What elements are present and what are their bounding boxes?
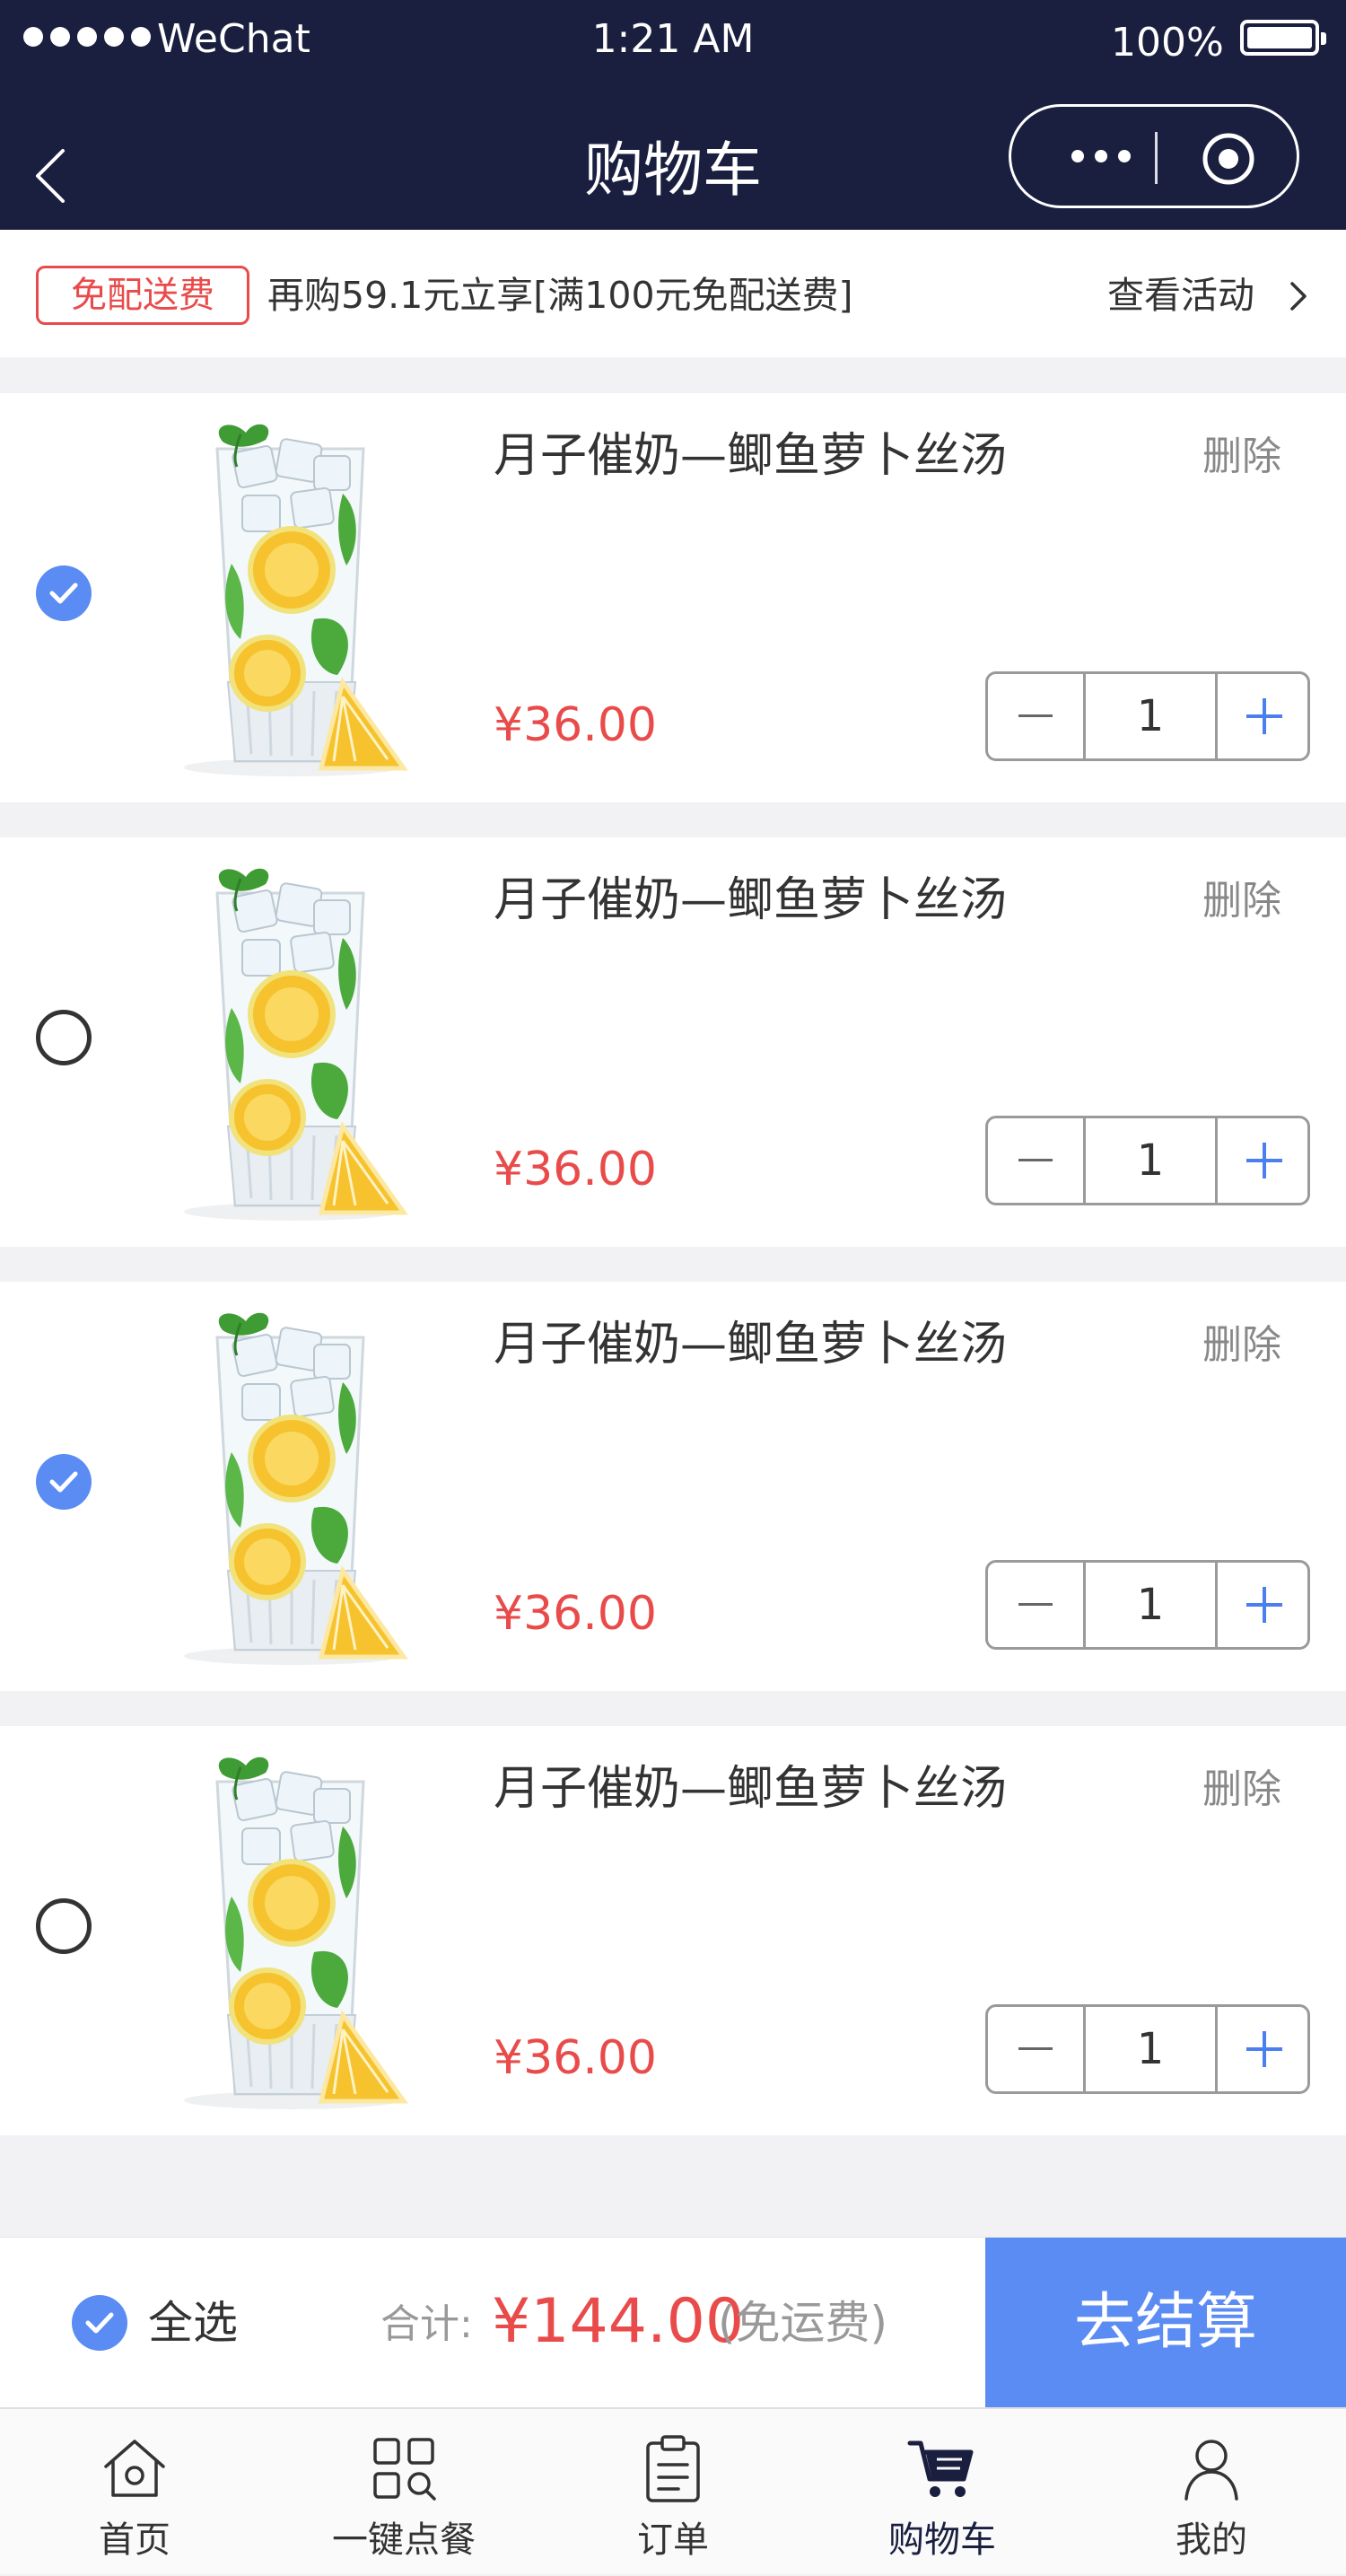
select-all-label[interactable]: 全选 (148, 2287, 238, 2359)
mini-program-capsule (1009, 104, 1299, 208)
view-activity-link[interactable]: 查看活动 (1107, 266, 1254, 325)
tab-home[interactable]: 首页 (0, 2409, 269, 2576)
shipping-note: (免运费) (718, 2297, 888, 2349)
tab-profile[interactable]: 我的 (1077, 2409, 1346, 2576)
cart-item: 月子催奶—鲫鱼萝卜丝汤 删除 ¥36.00 1 (0, 1726, 1346, 2135)
product-price: ¥36.00 (494, 1587, 657, 1641)
delete-button[interactable]: 删除 (1202, 870, 1281, 933)
cart-item: 月子催奶—鲫鱼萝卜丝汤 删除 ¥36.00 1 (0, 393, 1346, 802)
item-checkbox[interactable] (36, 1454, 92, 1510)
more-options-icon[interactable] (1047, 129, 1155, 183)
quantity-stepper: 1 (985, 671, 1310, 761)
battery-icon (1240, 20, 1326, 56)
quantity-value[interactable]: 1 (1086, 1118, 1218, 1203)
delete-button[interactable]: 删除 (1202, 1758, 1281, 1821)
close-target-icon[interactable] (1202, 132, 1255, 186)
decrease-quantity-button[interactable] (988, 674, 1086, 758)
checkout-button[interactable]: 去结算 (985, 2238, 1346, 2408)
status-bar: WeChat 1:21 AM 100% (0, 0, 1346, 81)
decrease-quantity-button[interactable] (988, 1118, 1086, 1203)
product-name[interactable]: 月子催奶—鲫鱼萝卜丝汤 (494, 864, 1007, 936)
total-amount: ¥144.00 (492, 2286, 745, 2357)
checkmark-icon (49, 583, 78, 604)
grid-search-icon (373, 2438, 436, 2501)
cart-item: 月子催奶—鲫鱼萝卜丝汤 删除 ¥36.00 1 (0, 837, 1346, 1247)
quantity-stepper: 1 (985, 2004, 1310, 2094)
product-image[interactable] (135, 1746, 453, 2116)
free-delivery-badge: 免配送费 (36, 266, 249, 325)
tab-label: 订单 (637, 2519, 709, 2561)
tab-label: 我的 (1176, 2519, 1247, 2561)
tab-orders[interactable]: 订单 (538, 2409, 808, 2576)
decrease-quantity-button[interactable] (988, 1563, 1086, 1647)
product-price: ¥36.00 (494, 2031, 657, 2085)
checkmark-icon (49, 1471, 78, 1493)
select-all-checkbox[interactable] (72, 2295, 127, 2351)
home-icon (104, 2440, 165, 2497)
increase-quantity-button[interactable] (1218, 1118, 1307, 1203)
tab-label: 购物车 (888, 2519, 996, 2561)
battery-percentage: 100% (1111, 20, 1224, 66)
cart-icon (907, 2440, 974, 2497)
tab-bar: 首页 一键点餐 订单 购物车 我的 (0, 2407, 1346, 2574)
tab-label: 首页 (99, 2519, 170, 2561)
product-price: ¥36.00 (494, 698, 657, 752)
promo-bar: 免配送费 再购59.1元立享[满100元免配送费] 查看活动 (0, 230, 1346, 357)
product-name[interactable]: 月子催奶—鲫鱼萝卜丝汤 (494, 420, 1007, 492)
quantity-value[interactable]: 1 (1086, 674, 1218, 758)
quantity-value[interactable]: 1 (1086, 1563, 1218, 1647)
tab-cart[interactable]: 购物车 (808, 2409, 1077, 2576)
increase-quantity-button[interactable] (1218, 2007, 1307, 2091)
product-image[interactable] (135, 1301, 453, 1671)
product-price: ¥36.00 (494, 1143, 657, 1196)
product-image[interactable] (135, 413, 453, 783)
increase-quantity-button[interactable] (1218, 674, 1307, 758)
quantity-stepper: 1 (985, 1560, 1310, 1650)
clipboard-icon (646, 2435, 700, 2502)
product-image[interactable] (135, 857, 453, 1227)
tab-quick-order[interactable]: 一键点餐 (269, 2409, 538, 2576)
checkmark-icon (85, 2312, 114, 2334)
checkout-bar: 全选 合计: ¥144.00 (免运费) 去结算 (0, 2237, 1346, 2408)
item-checkbox[interactable] (36, 565, 92, 621)
decrease-quantity-button[interactable] (988, 2007, 1086, 2091)
item-checkbox[interactable] (36, 1010, 92, 1065)
promo-text: 再购59.1元立享[满100元免配送费] (267, 274, 853, 317)
item-checkbox[interactable] (36, 1898, 92, 1954)
delete-button[interactable]: 删除 (1202, 425, 1281, 488)
header: WeChat 1:21 AM 100% 购物车 (0, 0, 1346, 230)
quantity-value[interactable]: 1 (1086, 2007, 1218, 2091)
chevron-right-icon (1290, 282, 1307, 311)
increase-quantity-button[interactable] (1218, 1563, 1307, 1647)
product-name[interactable]: 月子催奶—鲫鱼萝卜丝汤 (494, 1753, 1007, 1825)
delete-button[interactable]: 删除 (1202, 1314, 1281, 1377)
cart-item: 月子催奶—鲫鱼萝卜丝汤 删除 ¥36.00 1 (0, 1282, 1346, 1691)
capsule-divider (1155, 132, 1158, 184)
user-icon (1184, 2440, 1238, 2501)
product-name[interactable]: 月子催奶—鲫鱼萝卜丝汤 (494, 1309, 1007, 1380)
quantity-stepper: 1 (985, 1116, 1310, 1205)
tab-label: 一键点餐 (332, 2519, 476, 2561)
total-label: 合计: (380, 2301, 473, 2347)
